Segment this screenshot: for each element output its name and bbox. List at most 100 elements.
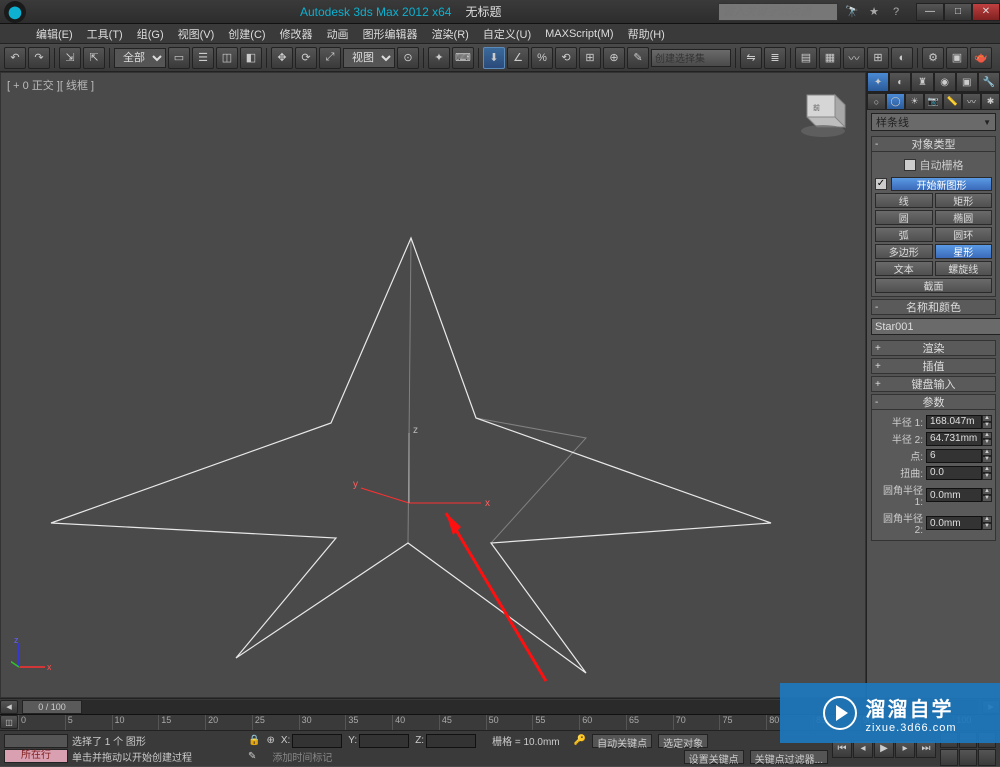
maximize-button[interactable]: □: [944, 3, 972, 21]
scale-button[interactable]: ⤢: [319, 47, 341, 69]
minimize-button[interactable]: —: [916, 3, 944, 21]
radius1-spinner[interactable]: ▲▼: [926, 415, 992, 429]
object-name-input[interactable]: [871, 318, 1000, 335]
shape-ngon[interactable]: 多边形: [875, 244, 933, 259]
menu-render[interactable]: 渲染(R): [426, 24, 475, 44]
render-setup-button[interactable]: ⚙: [922, 47, 944, 69]
rollout-interp[interactable]: +插值: [871, 358, 996, 374]
mirror-button[interactable]: ⇋: [740, 47, 762, 69]
select-button[interactable]: ▭: [168, 47, 190, 69]
fillet1-spinner[interactable]: ▲▼: [926, 488, 992, 502]
maximize-viewport-button[interactable]: [978, 749, 996, 766]
help-search-input[interactable]: [719, 6, 837, 18]
motion-tab[interactable]: ◉: [934, 72, 956, 92]
link-button[interactable]: ⇲: [59, 47, 81, 69]
cameras-subtab[interactable]: 📷: [924, 93, 943, 110]
rollout-object-type[interactable]: -对象类型: [871, 136, 996, 152]
snap-toggle[interactable]: ⬇: [483, 47, 505, 69]
keyfilter-button[interactable]: 关键点过滤器...: [750, 750, 828, 764]
timeline-left-button[interactable]: ◂: [0, 700, 18, 714]
lights-subtab[interactable]: ☀: [905, 93, 924, 110]
addtag-label[interactable]: 添加时间标记: [272, 749, 332, 764]
snap-2d-button[interactable]: ⊞: [579, 47, 601, 69]
selection-filter[interactable]: 全部: [114, 48, 166, 68]
pivot-button[interactable]: ⊙: [397, 47, 419, 69]
startnew-button[interactable]: 开始新图形: [891, 177, 992, 191]
coord-mode-icon[interactable]: ⊕: [266, 735, 274, 746]
autokey-button[interactable]: 自动关键点: [592, 734, 652, 748]
shape-section[interactable]: 截面: [875, 278, 992, 293]
time-handle[interactable]: 0 / 100: [22, 700, 82, 714]
selset-dropdown[interactable]: 选定对象: [658, 734, 708, 748]
helpers-subtab[interactable]: 📏: [943, 93, 962, 110]
systems-subtab[interactable]: ✱: [981, 93, 1000, 110]
menu-modifiers[interactable]: 修改器: [274, 24, 319, 44]
menu-group[interactable]: 组(G): [131, 24, 170, 44]
viewport[interactable]: [ + 0 正交 ][ 线框 ] x y z: [0, 72, 866, 698]
snap-opt-button[interactable]: ⊕: [603, 47, 625, 69]
render-button[interactable]: 🫖: [970, 47, 992, 69]
radius2-spinner[interactable]: ▲▼: [926, 432, 992, 446]
view-cube[interactable]: 前: [791, 83, 851, 141]
shape-ellipse[interactable]: 椭圆: [935, 210, 993, 225]
coord-z-input[interactable]: [426, 734, 476, 748]
menu-create[interactable]: 创建(C): [222, 24, 271, 44]
binoculars-icon[interactable]: 🔭: [844, 4, 860, 20]
menu-edit[interactable]: 编辑(E): [30, 24, 79, 44]
star-icon[interactable]: ★: [866, 4, 882, 20]
edit-named-sel-button[interactable]: ✎: [627, 47, 649, 69]
named-selection-dropdown[interactable]: 创建选择集: [651, 49, 731, 67]
select-name-button[interactable]: ☰: [192, 47, 214, 69]
display-tab[interactable]: ▣: [956, 72, 978, 92]
menu-grapheditors[interactable]: 图形编辑器: [357, 24, 424, 44]
utilities-tab[interactable]: 🔧: [978, 72, 1000, 92]
shape-helix[interactable]: 螺旋线: [935, 261, 993, 276]
key-icon[interactable]: 🔑: [574, 735, 586, 746]
shape-line[interactable]: 线: [875, 193, 933, 208]
move-button[interactable]: ✥: [271, 47, 293, 69]
redo-button[interactable]: ↷: [28, 47, 50, 69]
startnew-checkbox[interactable]: [875, 178, 887, 190]
menu-animation[interactable]: 动画: [321, 24, 355, 44]
orbit-button[interactable]: [959, 749, 977, 766]
manipulate-button[interactable]: ✦: [428, 47, 450, 69]
select-region-button[interactable]: ◫: [216, 47, 238, 69]
shapes-subtab[interactable]: ◯: [886, 93, 905, 110]
shape-donut[interactable]: 圆环: [935, 227, 993, 242]
fillet2-spinner[interactable]: ▲▼: [926, 516, 992, 530]
ref-coord-dropdown[interactable]: 视图: [343, 48, 395, 68]
zoom-extents-button[interactable]: [940, 749, 958, 766]
unlink-button[interactable]: ⇱: [83, 47, 105, 69]
spinner-snap-button[interactable]: ⟲: [555, 47, 577, 69]
hierarchy-tab[interactable]: ♜: [911, 72, 933, 92]
modify-tab[interactable]: ◐: [889, 72, 911, 92]
shape-rectangle[interactable]: 矩形: [935, 193, 993, 208]
rollout-render[interactable]: +渲染: [871, 340, 996, 356]
rollout-name-color[interactable]: -名称和颜色: [871, 299, 996, 315]
shape-text[interactable]: 文本: [875, 261, 933, 276]
rollout-keyboard[interactable]: +键盘输入: [871, 376, 996, 392]
window-crossing-button[interactable]: ◧: [240, 47, 262, 69]
help-icon[interactable]: ?: [888, 4, 904, 20]
create-tab[interactable]: ✦: [867, 72, 889, 92]
menu-view[interactable]: 视图(V): [172, 24, 221, 44]
app-icon[interactable]: ⬤: [4, 1, 26, 23]
spline-category-dropdown[interactable]: 样条线: [871, 113, 996, 131]
percent-snap-button[interactable]: %: [531, 47, 553, 69]
shape-star[interactable]: 星形: [935, 244, 993, 259]
lock-icon[interactable]: 🔒: [248, 735, 260, 746]
geometry-subtab[interactable]: ○: [867, 93, 886, 110]
material-editor-button[interactable]: ◐: [891, 47, 913, 69]
keyboard-shortcut-button[interactable]: ⌨: [452, 47, 474, 69]
angle-snap-button[interactable]: ∠: [507, 47, 529, 69]
menu-maxscript[interactable]: MAXScript(M): [539, 26, 619, 42]
points-spinner[interactable]: ▲▼: [926, 449, 992, 463]
coord-y-input[interactable]: [359, 734, 409, 748]
help-search[interactable]: [718, 3, 838, 21]
undo-button[interactable]: ↶: [4, 47, 26, 69]
script-icon[interactable]: ✎: [248, 751, 256, 762]
align-button[interactable]: ≣: [764, 47, 786, 69]
layer-button[interactable]: ▤: [795, 47, 817, 69]
close-button[interactable]: ✕: [972, 3, 1000, 21]
rollout-params[interactable]: -参数: [871, 394, 996, 410]
